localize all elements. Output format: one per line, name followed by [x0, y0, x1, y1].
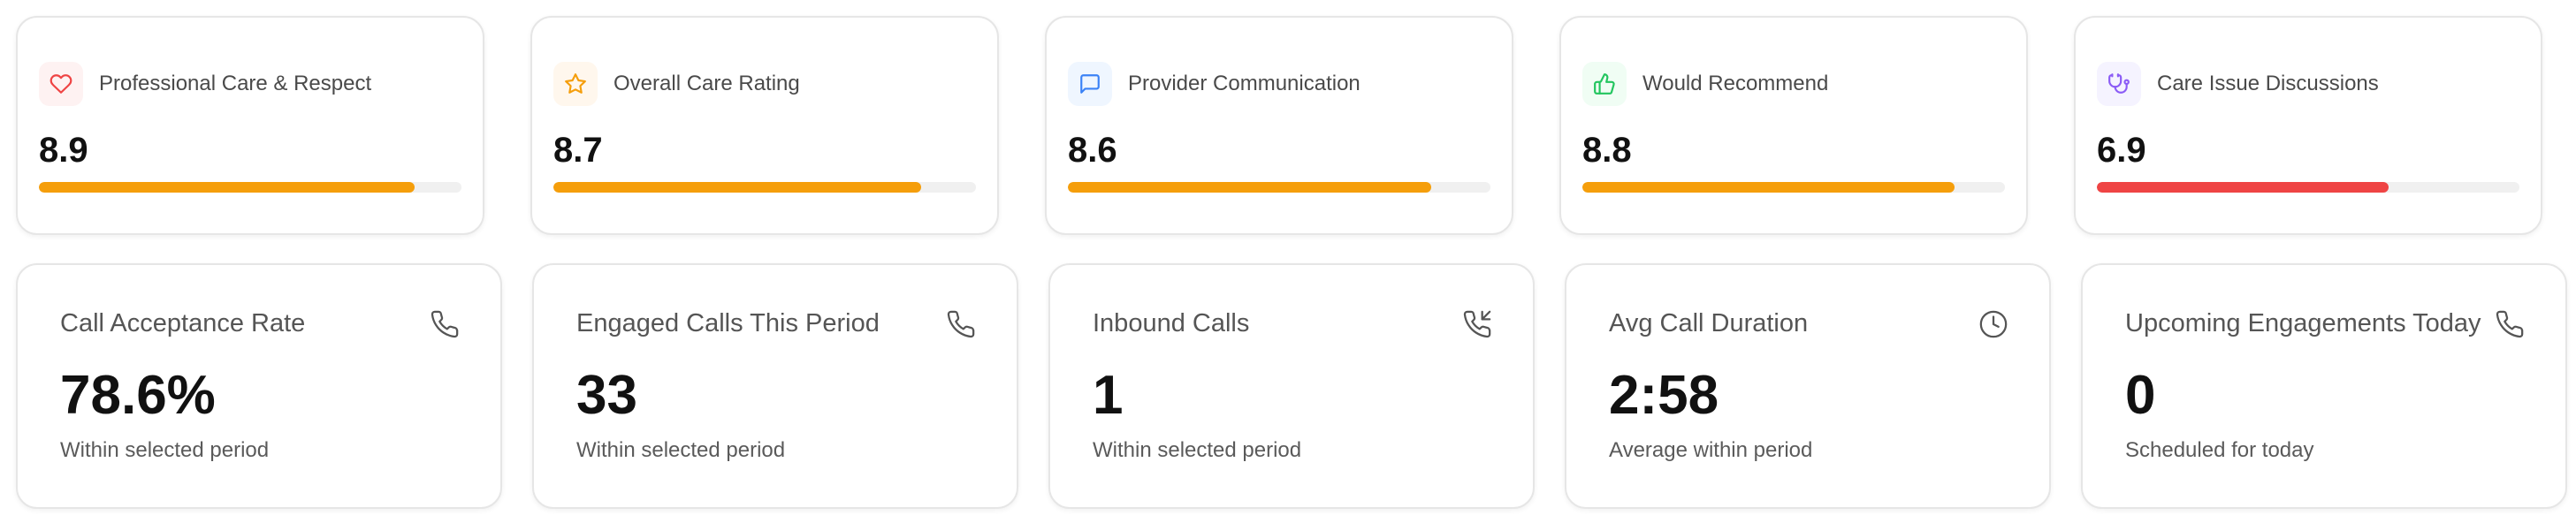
- stat-card-value: 0: [2125, 365, 2156, 426]
- rating-progress-fill: [1582, 182, 1955, 193]
- stat-card-subtitle: Within selected period: [60, 438, 270, 462]
- phone-icon: [946, 309, 976, 339]
- clock-icon: [1978, 309, 2008, 339]
- stat-card-call-acceptance-rate: Call Acceptance Rate 78.6% Within select…: [16, 263, 502, 509]
- stat-card-value: 78.6%: [60, 365, 216, 426]
- rating-card-value: 8.6: [1068, 131, 1117, 170]
- rating-card-overall-care: Overall Care Rating 8.7: [530, 16, 999, 235]
- stat-card-subtitle: Scheduled for today: [2125, 438, 2314, 462]
- rating-progress-track: [1068, 182, 1490, 193]
- rating-card-header: Would Recommend: [1582, 62, 1828, 106]
- stat-card-inbound-calls: Inbound Calls 1 Within selected period: [1048, 263, 1535, 509]
- stat-card-subtitle: Average within period: [1609, 438, 1813, 462]
- rating-card-value: 8.7: [553, 131, 603, 170]
- rating-card-label: Provider Communication: [1128, 72, 1360, 95]
- stat-card-label: Engaged Calls This Period: [576, 309, 880, 337]
- rating-progress-fill: [1068, 182, 1432, 193]
- rating-progress-fill: [2097, 182, 2389, 193]
- rating-card-professional-care: Professional Care & Respect 8.9: [16, 16, 484, 235]
- rating-card-label: Care Issue Discussions: [2157, 72, 2379, 95]
- message-icon: [1068, 62, 1112, 106]
- rating-card-value: 8.9: [39, 131, 88, 170]
- rating-cards-row: Professional Care & Respect 8.9 Overall …: [16, 16, 2542, 235]
- stat-card-label: Avg Call Duration: [1609, 309, 1809, 337]
- rating-progress-track: [1582, 182, 2005, 193]
- stat-card-upcoming-engagements: Upcoming Engagements Today 0 Scheduled f…: [2081, 263, 2567, 509]
- rating-card-label: Would Recommend: [1642, 72, 1829, 95]
- stat-card-subtitle: Within selected period: [1093, 438, 1302, 462]
- stat-card-value: 2:58: [1609, 365, 1719, 426]
- rating-card-header: Provider Communication: [1068, 62, 1360, 106]
- stat-card-value: 33: [576, 365, 637, 426]
- phone-incoming-icon: [1462, 309, 1492, 339]
- rating-card-header: Care Issue Discussions: [2097, 62, 2379, 106]
- rating-progress-fill: [553, 182, 921, 193]
- rating-progress-track: [2097, 182, 2519, 193]
- rating-card-label: Professional Care & Respect: [99, 72, 372, 95]
- stat-card-subtitle: Within selected period: [576, 438, 786, 462]
- stat-card-label: Call Acceptance Rate: [60, 309, 306, 337]
- heart-icon: [39, 62, 83, 106]
- stat-card-value: 1: [1093, 365, 1124, 426]
- rating-progress-fill: [39, 182, 415, 193]
- stat-card-engaged-calls: Engaged Calls This Period 33 Within sele…: [532, 263, 1018, 509]
- stethoscope-icon: [2097, 62, 2141, 106]
- stat-card-label: Inbound Calls: [1093, 309, 1250, 337]
- rating-card-value: 8.8: [1582, 131, 1632, 170]
- thumbs-up-icon: [1582, 62, 1627, 106]
- star-icon: [553, 62, 598, 106]
- rating-card-label: Overall Care Rating: [614, 72, 800, 95]
- rating-progress-track: [39, 182, 461, 193]
- stat-card-avg-call-duration: Avg Call Duration 2:58 Average within pe…: [1565, 263, 2051, 509]
- stat-card-label: Upcoming Engagements Today: [2125, 309, 2481, 337]
- rating-card-care-issue-discussions: Care Issue Discussions 6.9: [2074, 16, 2542, 235]
- stat-cards-row: Call Acceptance Rate 78.6% Within select…: [16, 263, 2567, 509]
- rating-card-value: 6.9: [2097, 131, 2146, 170]
- rating-card-header: Professional Care & Respect: [39, 62, 371, 106]
- rating-card-header: Overall Care Rating: [553, 62, 800, 106]
- phone-icon: [430, 309, 460, 339]
- rating-card-would-recommend: Would Recommend 8.8: [1559, 16, 2028, 235]
- rating-card-provider-communication: Provider Communication 8.6: [1045, 16, 1513, 235]
- rating-progress-track: [553, 182, 976, 193]
- phone-icon: [2495, 309, 2525, 339]
